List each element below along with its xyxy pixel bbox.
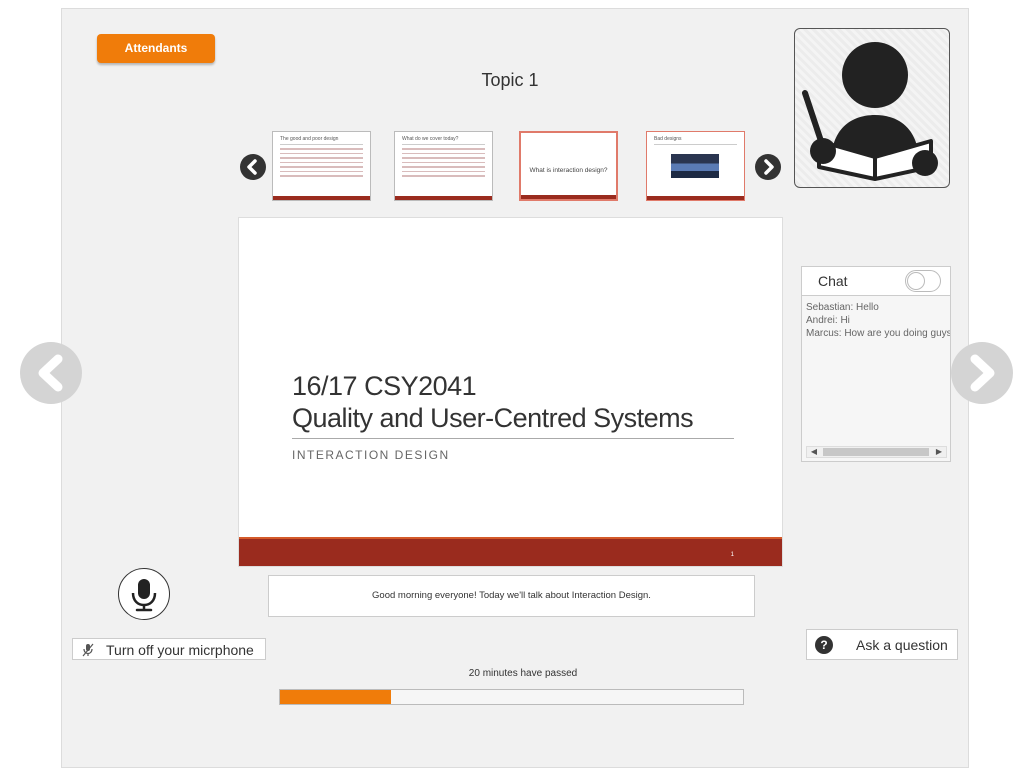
- slide-thumbnail[interactable]: What do we cover today?: [394, 131, 493, 201]
- slide-subtitle: INTERACTION DESIGN: [292, 448, 450, 462]
- microphone-muted-icon: [82, 643, 94, 657]
- current-slide: 16/17 CSY2041 Quality and User-Centred S…: [238, 217, 783, 567]
- chevron-right-icon: [764, 159, 774, 175]
- microphone-icon: [131, 579, 157, 612]
- chevron-left-icon: [38, 354, 63, 392]
- previous-slide-button[interactable]: [20, 342, 82, 404]
- thumbnail-title: What do we cover today?: [402, 136, 459, 142]
- thumbnail-title: Bad designs: [654, 136, 682, 142]
- slide-thumbnail[interactable]: Bad designs: [646, 131, 745, 201]
- presenter-avatar: [794, 28, 950, 188]
- chat-horizontal-scrollbar[interactable]: ◀ ▶: [806, 446, 947, 458]
- attendants-button[interactable]: Attendants: [97, 34, 215, 63]
- chevron-left-icon: [247, 159, 257, 175]
- thumbnail-title: What is interaction design?: [529, 167, 608, 174]
- chat-message: Sebastian: Hello: [806, 302, 879, 313]
- topic-title: Topic 1: [481, 70, 539, 90]
- chat-header: Chat: [801, 266, 951, 296]
- slide-thumbnail-active[interactable]: What is interaction design?: [519, 131, 618, 201]
- slide-title: 16/17 CSY2041 Quality and User-Centred S…: [292, 370, 694, 434]
- scroll-right-icon[interactable]: ▶: [933, 447, 945, 457]
- chat-panel: Chat Sebastian: Hello Andrei: Hi Marcus:…: [801, 266, 952, 462]
- turn-off-microphone-label: Turn off your micrphone: [106, 642, 254, 658]
- scrollbar-thumb[interactable]: [823, 448, 929, 456]
- thumbnail-image: [671, 154, 719, 178]
- thumbnails-next-button[interactable]: [755, 154, 781, 180]
- toggle-knob: [907, 272, 925, 290]
- slide-title-line2: Quality and User-Centred Systems: [292, 403, 694, 433]
- chat-toggle-switch[interactable]: [905, 270, 941, 292]
- session-progress-fill: [280, 690, 392, 704]
- slide-divider: [292, 438, 734, 439]
- chat-title: Chat: [818, 273, 848, 289]
- turn-off-microphone-button[interactable]: Turn off your micrphone: [72, 638, 266, 660]
- chat-message: Marcus: How are you doing guys?: [806, 328, 951, 339]
- chat-messages[interactable]: Sebastian: Hello Andrei: Hi Marcus: How …: [801, 296, 951, 462]
- next-slide-button[interactable]: [951, 342, 1013, 404]
- microphone-button[interactable]: [118, 568, 170, 620]
- scroll-left-icon[interactable]: ◀: [808, 447, 820, 457]
- speaker-caption: Good morning everyone! Today we'll talk …: [268, 575, 755, 617]
- chevron-right-icon: [970, 354, 995, 392]
- thumbnails-previous-button[interactable]: [240, 154, 266, 180]
- thumbnail-title: The good and poor design: [280, 136, 339, 142]
- slide-page-number: 1: [730, 552, 734, 558]
- elapsed-time-label: 20 minutes have passed: [468, 668, 578, 679]
- ask-question-label: Ask a question: [856, 637, 948, 653]
- slide-thumbnail[interactable]: The good and poor design: [272, 131, 371, 201]
- slide-footer: [239, 539, 782, 566]
- ask-question-button[interactable]: ? Ask a question: [806, 629, 958, 660]
- chat-message: Andrei: Hi: [806, 315, 850, 326]
- session-progress-bar: [279, 689, 744, 705]
- slide-title-line1: 16/17 CSY2041: [292, 371, 477, 401]
- presenter-reading-icon: [802, 42, 938, 181]
- question-icon: ?: [815, 636, 833, 654]
